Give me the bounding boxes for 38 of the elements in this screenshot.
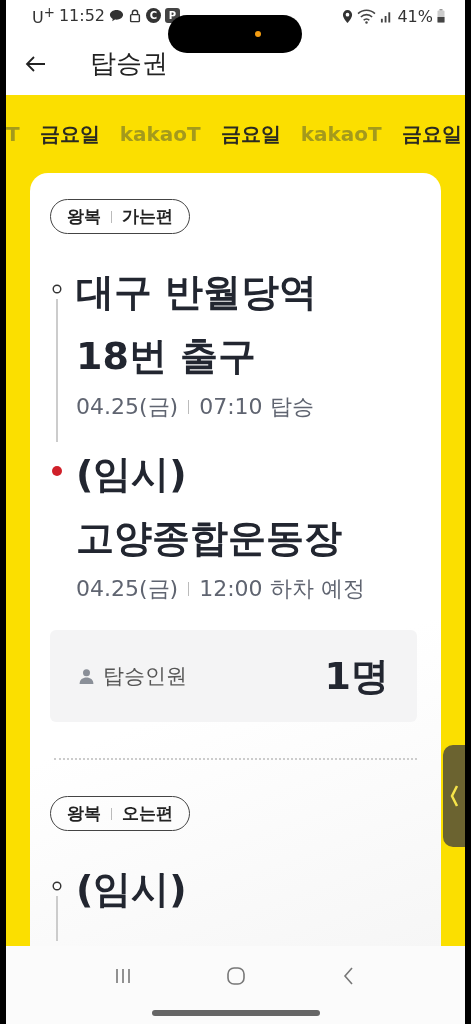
stop-time: 12:00 하차 예정 — [199, 575, 365, 603]
carrier: U$^{+}$ — [32, 4, 55, 28]
stop-time: 07:10 탑승 — [199, 393, 314, 421]
origin-marker-icon — [52, 881, 62, 891]
trip-type: 왕복 — [67, 802, 101, 825]
passenger-count: 1명 — [324, 652, 389, 700]
chat-icon — [109, 8, 124, 24]
day-text: 금요일 — [401, 120, 462, 148]
clock: 11:52 — [58, 6, 105, 26]
stop-name: 대구 반월당역 — [76, 269, 319, 316]
trip-direction: 오는편 — [122, 802, 173, 825]
brand-text: kakaoT — [300, 122, 382, 146]
stop-name: (임시) — [76, 451, 188, 498]
destination-marker-icon — [52, 466, 62, 476]
app-badge: C — [146, 8, 161, 24]
stop-date: 04.25(금) — [76, 575, 179, 603]
day-text: 금요일 — [220, 120, 281, 148]
stop-date: 04.25(금) — [76, 393, 179, 421]
stop-name: 고양종합운동장 — [76, 515, 343, 562]
trip-type: 왕복 — [67, 205, 101, 228]
person-icon — [78, 667, 95, 685]
lock-icon — [128, 8, 142, 24]
side-handle[interactable] — [443, 745, 465, 847]
day-text: 금요일 — [39, 120, 100, 148]
brand-text: kakaoT — [119, 122, 201, 146]
stop-name: 18번 출구 — [76, 333, 258, 380]
battery-icon — [437, 9, 445, 23]
page-title: 탑승권 — [90, 47, 168, 80]
brand-text: T — [6, 122, 20, 146]
chevron-icon[interactable] — [449, 784, 459, 808]
passenger-label: 탑승인원 — [103, 663, 188, 690]
trip-direction: 가는편 — [122, 205, 173, 228]
stop-name: (임시) — [76, 866, 188, 913]
origin-marker-icon — [52, 284, 62, 294]
location-icon — [342, 8, 354, 24]
wifi-icon — [357, 8, 377, 24]
home-icon[interactable] — [225, 966, 246, 986]
battery-percent: 41% — [397, 6, 433, 26]
